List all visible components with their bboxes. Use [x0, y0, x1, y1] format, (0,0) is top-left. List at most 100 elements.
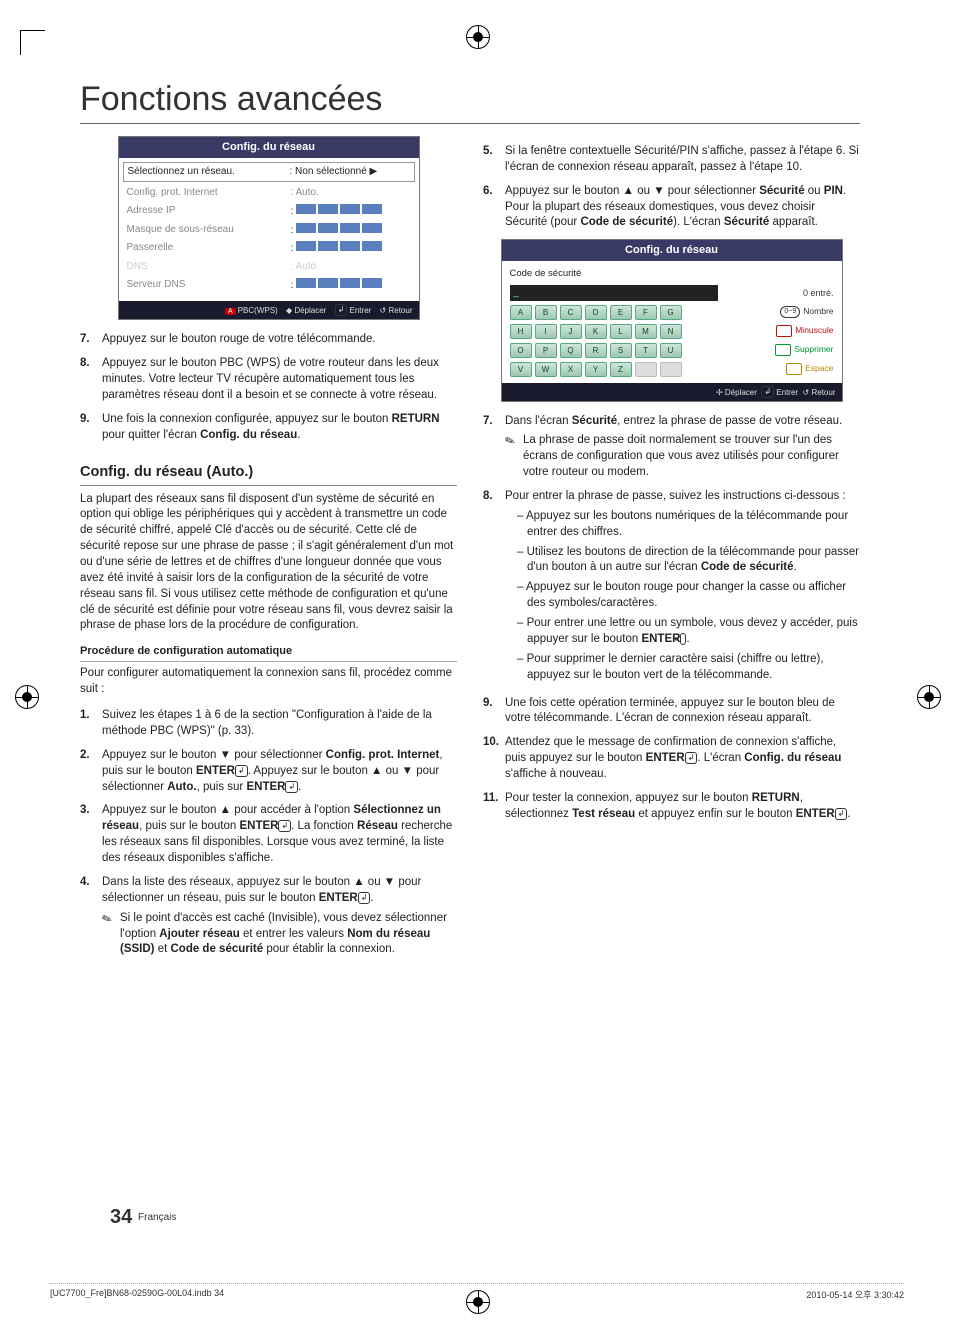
- print-footer: [UC7700_Fre]BN68-02590G-00L04.indb 34 20…: [50, 1283, 904, 1301]
- step-text: Appuyez sur le bouton ▼ pour sélectionne…: [102, 748, 457, 796]
- sub-list: Appuyez sur les boutons numériques de la…: [505, 509, 860, 684]
- step-text: Pour tester la connexion, appuyez sur le…: [505, 791, 860, 823]
- left-column: Config. du réseau Sélectionnez un réseau…: [80, 136, 457, 966]
- step-text: Une fois la connexion configurée, appuye…: [102, 412, 457, 444]
- note: La phrase de passe doit normalement se t…: [505, 433, 860, 481]
- section-heading: Config. du réseau (Auto.): [80, 462, 457, 486]
- sub-heading: Procédure de configuration automatique: [80, 644, 457, 662]
- page-number: 34: [110, 1206, 132, 1228]
- key-C: C: [560, 305, 582, 320]
- enter-label: Entrer: [350, 306, 372, 315]
- move-icon: ◆: [286, 306, 292, 315]
- step-text: Dans l'écran Sécurité, entrez la phrase …: [505, 414, 860, 481]
- network-config-panel: Config. du réseau Sélectionnez un réseau…: [118, 136, 420, 320]
- kb-row-2: HIJKLMN Minuscule: [510, 324, 834, 339]
- label: Sélectionnez un réseau.: [128, 165, 290, 179]
- enter-icon: [358, 892, 371, 904]
- row-mask: Masque de sous-réseau :: [127, 221, 411, 240]
- enter-icon: [335, 304, 348, 316]
- step-number: 7.: [80, 332, 102, 348]
- key-Q: Q: [560, 343, 582, 358]
- key-H: H: [510, 324, 532, 339]
- return-label: Retour: [811, 388, 835, 397]
- step-text: Une fois cette opération terminée, appuy…: [505, 696, 860, 728]
- key-Z: Z: [610, 362, 632, 377]
- key-L: L: [610, 324, 632, 339]
- row-ip: Adresse IP :: [127, 202, 411, 221]
- step-text: Si la fenêtre contextuelle Sécurité/PIN …: [505, 144, 860, 176]
- row-dns: DNS : Auto.: [127, 258, 411, 276]
- key-X: X: [560, 362, 582, 377]
- step-number: 8.: [80, 356, 102, 404]
- intro2-paragraph: Pour configurer automatiquement la conne…: [80, 666, 457, 698]
- value: : Non sélectionné ▶: [290, 165, 410, 179]
- kb-row-4: VWXYZ Espace: [510, 362, 834, 377]
- entered-count: 0 entré.: [803, 287, 834, 299]
- pbc-label: PBC(WPS): [238, 306, 278, 315]
- step-text: Dans la liste des réseaux, appuyez sur l…: [102, 875, 457, 958]
- step-number: 9.: [80, 412, 102, 444]
- security-code-label: Code de sécurité: [510, 267, 834, 280]
- key-Y: Y: [585, 362, 607, 377]
- side-delete: Supprimer: [775, 344, 833, 356]
- step-text: Suivez les étapes 1 à 6 de la section "C…: [102, 708, 457, 740]
- step-text: Pour entrer la phrase de passe, suivez l…: [505, 489, 860, 687]
- label: Passerelle: [127, 241, 291, 256]
- key-A: A: [510, 305, 532, 320]
- page-language: Français: [138, 1212, 176, 1223]
- print-timestamp: 2010-05-14 오후 3:30:42: [806, 1288, 904, 1301]
- label: Adresse IP: [127, 204, 291, 219]
- enter-icon: [285, 781, 298, 793]
- panel-footer: ✢ Déplacer Entrer ↺ Retour: [502, 383, 842, 401]
- enter-label: Entrer: [776, 388, 798, 397]
- enter-icon: [761, 386, 774, 398]
- sub-item: Pour supprimer le dernier caractère sais…: [517, 652, 860, 684]
- return-icon: ↺: [803, 388, 810, 397]
- step-number: 2.: [80, 748, 102, 796]
- key-D: D: [585, 305, 607, 320]
- key-I: I: [535, 324, 557, 339]
- row-select-network: Sélectionnez un réseau. : Non sélectionn…: [123, 162, 415, 182]
- key-V: V: [510, 362, 532, 377]
- label: Masque de sous-réseau: [127, 223, 291, 238]
- page-footer: 34 Français: [110, 1206, 176, 1229]
- side-lowercase: Minuscule: [776, 325, 833, 337]
- key-G: G: [660, 305, 682, 320]
- step-text: Appuyez sur le bouton rouge de votre tél…: [102, 332, 457, 348]
- registration-mark-left: [15, 685, 39, 709]
- kb-row-3: OPQRSTU Supprimer: [510, 343, 834, 358]
- registration-mark-right: [917, 685, 941, 709]
- row-gateway: Passerelle :: [127, 239, 411, 258]
- key-M: M: [635, 324, 657, 339]
- value: :: [291, 204, 411, 219]
- intro-paragraph: La plupart des réseaux sans fil disposen…: [80, 492, 457, 635]
- steps-7-11: 7. Dans l'écran Sécurité, entrez la phra…: [483, 414, 860, 823]
- step-number: 4.: [80, 875, 102, 958]
- return-icon: ↺: [380, 306, 387, 315]
- enter-icon: [685, 752, 698, 764]
- step-number: 6.: [483, 184, 505, 232]
- steps-5-6: 5.Si la fenêtre contextuelle Sécurité/PI…: [483, 144, 860, 231]
- sub-item: Appuyez sur le bouton rouge pour changer…: [517, 580, 860, 612]
- return-label: Retour: [388, 306, 412, 315]
- key-blank: [635, 362, 657, 377]
- value: :: [291, 241, 411, 256]
- key-E: E: [610, 305, 632, 320]
- step-text: Appuyez sur le bouton ▲ pour accéder à l…: [102, 803, 457, 866]
- sub-item: Appuyez sur les boutons numériques de la…: [517, 509, 860, 541]
- step-text: Appuyez sur le bouton ▲ ou ▼ pour sélect…: [505, 184, 860, 232]
- right-column: 5.Si la fenêtre contextuelle Sécurité/PI…: [483, 136, 860, 966]
- key-F: F: [635, 305, 657, 320]
- sub-item: Utilisez les boutons de direction de la …: [517, 545, 860, 577]
- registration-mark-top: [466, 25, 490, 49]
- key-J: J: [560, 324, 582, 339]
- note-icon: [102, 911, 120, 959]
- auto-steps: 1.Suivez les étapes 1 à 6 de la section …: [80, 708, 457, 958]
- key-S: S: [610, 343, 632, 358]
- step-number: 7.: [483, 414, 505, 481]
- note: Si le point d'accès est caché (Invisible…: [102, 911, 457, 959]
- enter-icon: [278, 820, 291, 832]
- step-text: Attendez que le message de confirmation …: [505, 735, 860, 783]
- step-number: 11.: [483, 791, 505, 823]
- step-number: 3.: [80, 803, 102, 866]
